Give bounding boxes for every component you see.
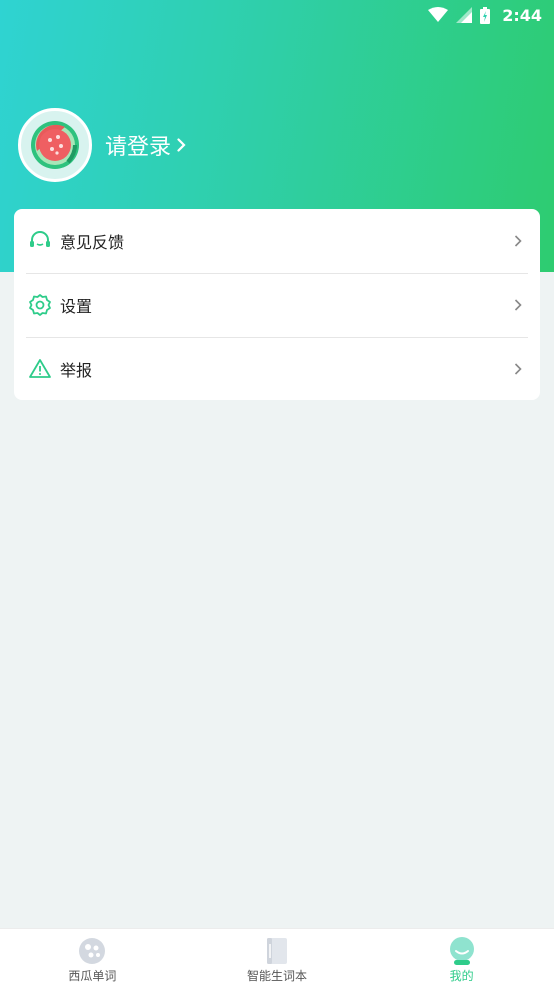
gear-icon: [28, 293, 52, 317]
chevron-right-icon: [514, 299, 522, 311]
login-link[interactable]: 请登录: [105, 129, 186, 161]
login-label: 请登录: [105, 135, 172, 160]
chevron-right-icon: [514, 363, 522, 375]
menu-card: 意见反馈 设置 举报: [14, 209, 540, 400]
book-icon: [262, 936, 292, 966]
bottom-tab-bar: 西瓜单词 智能生词本 我的: [0, 928, 554, 986]
menu-item-report[interactable]: 举报: [14, 337, 540, 401]
battery-icon: [480, 6, 491, 24]
tab-label: 智能生词本: [247, 969, 308, 983]
watermelon-ball-icon: [77, 936, 107, 966]
tab-smart-wordbook[interactable]: 智能生词本: [185, 929, 370, 986]
chevron-right-icon: [514, 235, 522, 247]
headset-icon: [28, 229, 52, 253]
wifi-icon: [428, 7, 449, 23]
avatar[interactable]: [18, 108, 92, 182]
menu-label: 意见反馈: [60, 233, 125, 252]
tab-mine[interactable]: 我的: [369, 929, 554, 986]
chevron-right-icon: [177, 138, 186, 152]
profile-face-icon: [447, 936, 477, 966]
warning-icon: [28, 357, 52, 381]
menu-label: 设置: [60, 297, 93, 316]
tab-watermelon-words[interactable]: 西瓜单词: [0, 929, 185, 986]
tab-label: 西瓜单词: [68, 969, 117, 983]
watermelon-icon: [31, 121, 79, 169]
menu-item-feedback[interactable]: 意见反馈: [14, 209, 540, 273]
status-time: 2:44: [502, 5, 542, 25]
menu-item-settings[interactable]: 设置: [14, 273, 540, 337]
status-bar: 2:44: [0, 0, 554, 30]
profile-header: 请登录: [18, 107, 186, 183]
tab-label: 我的: [449, 969, 474, 983]
menu-label: 举报: [60, 361, 93, 380]
signal-icon: [456, 7, 473, 23]
